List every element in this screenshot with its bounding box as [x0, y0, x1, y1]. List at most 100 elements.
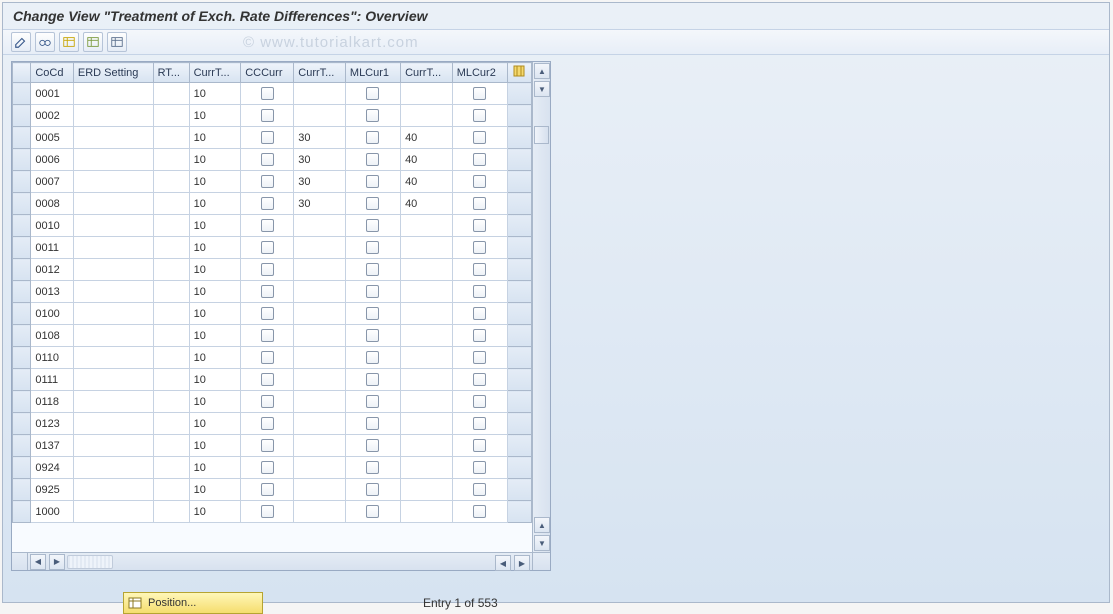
cell-currt2[interactable]	[294, 303, 346, 325]
row-selector-header[interactable]	[13, 63, 31, 83]
cell-mlcur1[interactable]	[345, 457, 400, 479]
cell-currt[interactable]: 10	[189, 237, 241, 259]
cell-mlcur2[interactable]	[452, 171, 507, 193]
cell-erd-setting[interactable]	[73, 303, 153, 325]
cell-currt2[interactable]: 30	[294, 149, 346, 171]
cell-currt3[interactable]: 40	[401, 127, 453, 149]
cell-currt3[interactable]	[401, 303, 453, 325]
checkbox-icon[interactable]	[473, 153, 486, 166]
cell-rt[interactable]	[153, 281, 189, 303]
checkbox-icon[interactable]	[366, 87, 379, 100]
cell-cocd[interactable]: 0925	[31, 479, 74, 501]
cell-currt3[interactable]	[401, 215, 453, 237]
col-rt[interactable]: RT...	[153, 63, 189, 83]
cell-cccurr[interactable]	[241, 215, 294, 237]
cell-currt2[interactable]	[294, 83, 346, 105]
cell-mlcur2[interactable]	[452, 193, 507, 215]
cell-cccurr[interactable]	[241, 303, 294, 325]
cell-mlcur2[interactable]	[452, 259, 507, 281]
checkbox-icon[interactable]	[366, 461, 379, 474]
checkbox-icon[interactable]	[473, 87, 486, 100]
cell-currt2[interactable]	[294, 501, 346, 523]
cell-cocd[interactable]: 0118	[31, 391, 74, 413]
table-row[interactable]: 013710	[13, 435, 532, 457]
row-selector[interactable]	[13, 281, 31, 303]
checkbox-icon[interactable]	[366, 153, 379, 166]
cell-currt3[interactable]	[401, 369, 453, 391]
checkbox-icon[interactable]	[261, 505, 274, 518]
table-row[interactable]: 0007103040	[13, 171, 532, 193]
cell-currt2[interactable]	[294, 237, 346, 259]
checkbox-icon[interactable]	[473, 109, 486, 122]
cell-erd-setting[interactable]	[73, 83, 153, 105]
table-row[interactable]: 001310	[13, 281, 532, 303]
row-selector[interactable]	[13, 171, 31, 193]
cell-cocd[interactable]: 0110	[31, 347, 74, 369]
col-currt2[interactable]: CurrT...	[294, 63, 346, 83]
checkbox-icon[interactable]	[366, 131, 379, 144]
cell-cocd[interactable]: 0108	[31, 325, 74, 347]
cell-cccurr[interactable]	[241, 391, 294, 413]
table-row[interactable]: 011810	[13, 391, 532, 413]
glasses-icon[interactable]	[35, 32, 55, 52]
cell-rt[interactable]	[153, 479, 189, 501]
cell-cccurr[interactable]	[241, 435, 294, 457]
checkbox-icon[interactable]	[473, 175, 486, 188]
table-delete-icon[interactable]	[107, 32, 127, 52]
cell-rt[interactable]	[153, 215, 189, 237]
cell-erd-setting[interactable]	[73, 237, 153, 259]
cell-currt[interactable]: 10	[189, 281, 241, 303]
row-selector[interactable]	[13, 457, 31, 479]
cell-currt2[interactable]: 30	[294, 171, 346, 193]
cell-erd-setting[interactable]	[73, 413, 153, 435]
cell-currt2[interactable]	[294, 215, 346, 237]
cell-erd-setting[interactable]	[73, 149, 153, 171]
cell-currt3[interactable]	[401, 457, 453, 479]
checkbox-icon[interactable]	[261, 285, 274, 298]
cell-currt2[interactable]	[294, 325, 346, 347]
cell-currt[interactable]: 10	[189, 83, 241, 105]
table-row[interactable]: 0006103040	[13, 149, 532, 171]
checkbox-icon[interactable]	[473, 395, 486, 408]
cell-erd-setting[interactable]	[73, 281, 153, 303]
cell-mlcur2[interactable]	[452, 391, 507, 413]
cell-rt[interactable]	[153, 171, 189, 193]
cell-mlcur2[interactable]	[452, 127, 507, 149]
cell-currt3[interactable]: 40	[401, 193, 453, 215]
cell-mlcur2[interactable]	[452, 83, 507, 105]
cell-mlcur1[interactable]	[345, 303, 400, 325]
row-selector[interactable]	[13, 479, 31, 501]
scroll-down-step-icon[interactable]: ▼	[534, 81, 550, 97]
position-button[interactable]: Position...	[123, 592, 263, 614]
cell-mlcur1[interactable]	[345, 281, 400, 303]
cell-mlcur1[interactable]	[345, 391, 400, 413]
cell-mlcur1[interactable]	[345, 259, 400, 281]
checkbox-icon[interactable]	[366, 329, 379, 342]
checkbox-icon[interactable]	[366, 483, 379, 496]
cell-currt2[interactable]	[294, 281, 346, 303]
checkbox-icon[interactable]	[261, 131, 274, 144]
cell-cocd[interactable]: 0002	[31, 105, 74, 127]
checkbox-icon[interactable]	[261, 197, 274, 210]
cell-rt[interactable]	[153, 83, 189, 105]
cell-mlcur2[interactable]	[452, 457, 507, 479]
checkbox-icon[interactable]	[473, 329, 486, 342]
row-selector[interactable]	[13, 391, 31, 413]
table-row[interactable]: 000110	[13, 83, 532, 105]
scroll-right-step-icon[interactable]: ▶	[49, 554, 65, 570]
row-selector[interactable]	[13, 347, 31, 369]
checkbox-icon[interactable]	[261, 483, 274, 496]
cell-cccurr[interactable]	[241, 105, 294, 127]
cell-mlcur1[interactable]	[345, 149, 400, 171]
cell-currt2[interactable]	[294, 391, 346, 413]
cell-mlcur2[interactable]	[452, 105, 507, 127]
cell-cccurr[interactable]	[241, 369, 294, 391]
checkbox-icon[interactable]	[261, 219, 274, 232]
cell-mlcur2[interactable]	[452, 215, 507, 237]
checkbox-icon[interactable]	[261, 87, 274, 100]
cell-rt[interactable]	[153, 325, 189, 347]
cell-mlcur1[interactable]	[345, 105, 400, 127]
cell-currt3[interactable]	[401, 435, 453, 457]
table-row[interactable]: 001010	[13, 215, 532, 237]
checkbox-icon[interactable]	[366, 395, 379, 408]
